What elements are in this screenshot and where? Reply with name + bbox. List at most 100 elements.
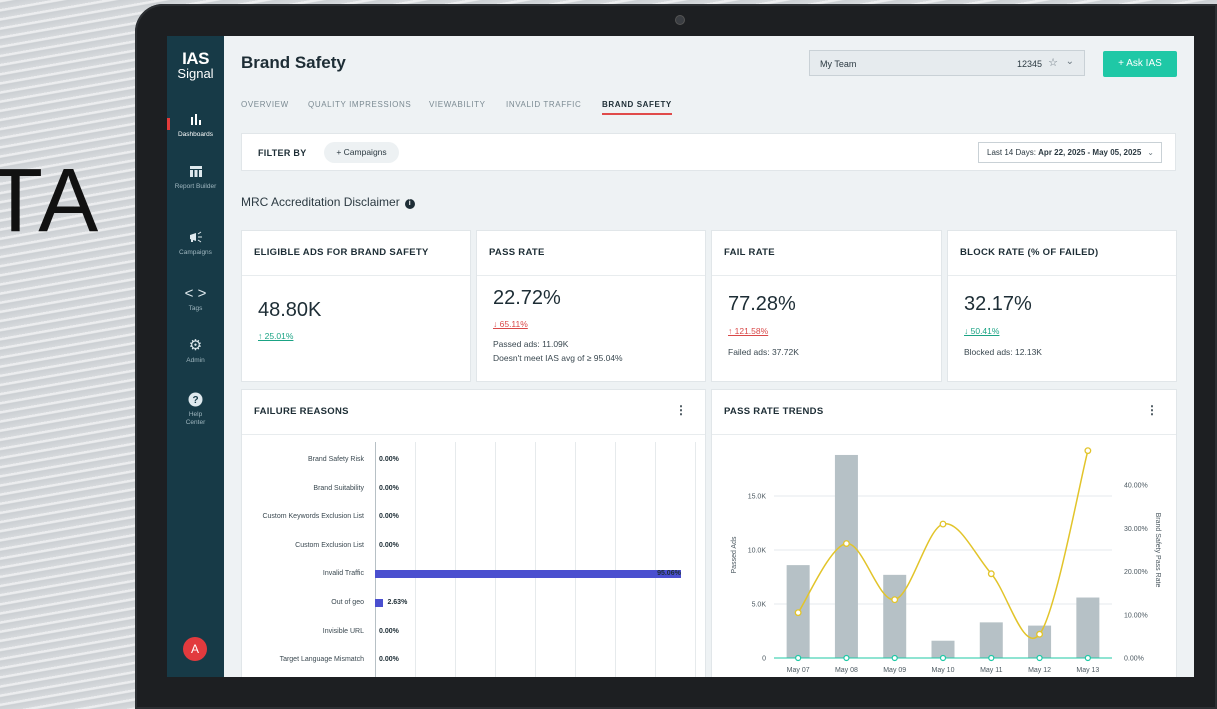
table-icon [167,164,224,180]
baseline-point[interactable] [843,654,850,662]
kpi-title: PASS RATE [489,247,545,258]
kpi-note-passed: Passed ads: 11.09K [493,339,569,349]
pass-rate-point[interactable] [842,540,850,547]
chart-gridline [695,442,696,677]
page-title: Brand Safety [241,53,346,72]
camera-icon [676,16,684,24]
x-tick-label: May 13 [1076,667,1099,674]
sidebar-label-tags: Tags [188,305,203,312]
passed-ads-bar[interactable] [834,454,858,658]
disclaimer-text: MRC Accreditation Disclaimer [241,195,400,209]
filter-label: FILTER BY [258,148,307,158]
kpi-card-block-rate: BLOCK RATE (% OF FAILED) 32.17% ↓ 50.41%… [947,230,1177,382]
y-tick-label: 10.0K [748,548,767,555]
tab-brand-safety[interactable]: BRAND SAFETY [602,100,672,115]
baseline-point[interactable] [795,654,802,662]
card-divider [242,434,705,435]
sidebar-item-help-center[interactable]: ? Help Center [167,392,224,427]
filter-bar: FILTER BY + Campaigns Last 14 Days: Apr … [241,133,1176,171]
baseline-point[interactable] [1036,654,1043,662]
y-tick-label: 5.0K [752,602,767,609]
chart-gridline [655,442,656,677]
more-options-icon[interactable]: ⋮ [675,403,687,417]
kpi-value: 48.80K [258,299,322,321]
sidebar-item-campaigns[interactable]: Campaigns [167,230,224,257]
tab-viewability[interactable]: VIEWABILITY [429,100,486,109]
failure-reason-value: 0.00% [379,541,399,549]
star-icon[interactable]: ☆ [1048,56,1058,69]
pass-rate-point[interactable] [891,596,899,604]
pass-rate-point[interactable] [939,520,947,528]
card-divider [477,275,705,276]
megaphone-icon [167,230,224,246]
passed-ads-bar[interactable] [1076,597,1100,658]
ask-ias-button[interactable]: + Ask IAS [1103,51,1177,77]
failure-reason-label: Custom Keywords Exclusion List [262,513,364,521]
kpi-value: 77.28% [728,293,796,315]
gear-icon: ⚙ [188,337,203,354]
pass-rate-point[interactable] [1084,447,1092,455]
chart-gridline [415,442,416,677]
sidebar-item-dashboards[interactable]: Dashboards [167,112,224,139]
passed-ads-bar[interactable] [883,574,907,658]
team-selector[interactable]: My Team 12345 ☆ ⌄ [809,50,1085,76]
tab-overview[interactable]: OVERVIEW [241,100,289,109]
kpi-note-benchmark: Doesn't meet IAS avg of ≥ 95.04% [493,353,623,363]
sidebar-label-report-builder: Report Builder [174,183,217,190]
kpi-delta[interactable]: ↑ 25.01% [258,331,293,341]
failure-reasons-card: FAILURE REASONS ⋮ Brand Safety Risk 0.00%… [241,389,706,677]
bar-chart-icon [167,112,224,128]
logo-line2: Signal [177,66,214,81]
app-logo[interactable]: IAS Signal [167,50,224,80]
sidebar-item-admin[interactable]: ⚙ Admin [167,338,224,365]
y2-tick-label: 40.00% [1124,483,1148,490]
baseline-point[interactable] [988,654,995,662]
passed-ads-bar[interactable] [1028,625,1052,658]
pass-rate-trends-chart: 0 5.0K 10.0K 15.0K 0.00% 10.00% 20.00% 30.00% 40… [731,447,1161,674]
chart-gridline [535,442,536,677]
svg-text:?: ? [192,395,198,406]
tab-invalid-traffic[interactable]: INVALID TRAFFIC [506,100,581,109]
info-icon[interactable]: i [404,199,415,209]
baseline-point[interactable] [891,654,898,662]
failure-reason-bar[interactable] [375,570,682,579]
date-range: Apr 22, 2025 - May 05, 2025 [1038,148,1142,157]
pass-rate-point[interactable] [794,609,802,617]
y2-tick-label: 20.00% [1124,569,1148,576]
sidebar-item-report-builder[interactable]: Report Builder [167,164,224,191]
sidebar-label-dashboards: Dashboards [177,131,214,138]
y2-tick-label: 30.00% [1124,526,1148,533]
x-tick-label: May 07 [787,667,810,674]
tab-quality-impressions[interactable]: QUALITY IMPRESSIONS [308,100,411,109]
date-prefix: Last 14 Days: [987,148,1036,157]
failure-reason-label: Brand Safety Risk [307,456,364,463]
pass-rate-point[interactable] [1036,630,1044,638]
pass-rate-point[interactable] [987,570,995,578]
user-avatar[interactable]: A [183,637,207,661]
kpi-delta[interactable]: ↓ 65.11% [493,319,528,329]
background-text: TA [0,151,101,251]
y-tick-label: 0 [762,656,766,663]
failure-reason-value: 0.00% [379,456,399,463]
chart-gridline [615,442,616,677]
x-tick-label: May 10 [932,667,955,674]
failure-reason-value: 0.00% [379,484,399,492]
kpi-delta[interactable]: ↑ 121.58% [728,326,768,336]
pass-rate-trends-card: PASS RATE TRENDS ⋮ 0 5.0K 10.0K 15.0K 0.00% 1… [711,389,1177,677]
sidebar-item-tags[interactable]: < > Tags [167,286,224,313]
kpi-delta[interactable]: ↓ 50.41% [964,326,999,336]
y2-axis-title: Brand Safety Pass Rate [1154,513,1161,588]
passed-ads-bar[interactable] [979,622,1003,658]
baseline-point[interactable] [939,654,947,662]
failure-reason-label: Custom Exclusion List [295,541,364,549]
date-range-selector[interactable]: Last 14 Days: Apr 22, 2025 - May 05, 202… [978,142,1162,163]
card-title: FAILURE REASONS [254,406,349,417]
campaigns-filter-chip[interactable]: + Campaigns [324,142,399,163]
failure-reason-bar[interactable] [375,599,384,607]
y-axis-title: Passed Ads [731,536,738,573]
mrc-disclaimer[interactable]: MRC Accreditation Disclaimer i [241,195,415,209]
kpi-title: BLOCK RATE (% OF FAILED) [960,247,1099,258]
x-tick-label: May 09 [883,667,906,674]
sidebar-label-admin: Admin [186,357,205,364]
baseline-point[interactable] [1084,654,1091,662]
